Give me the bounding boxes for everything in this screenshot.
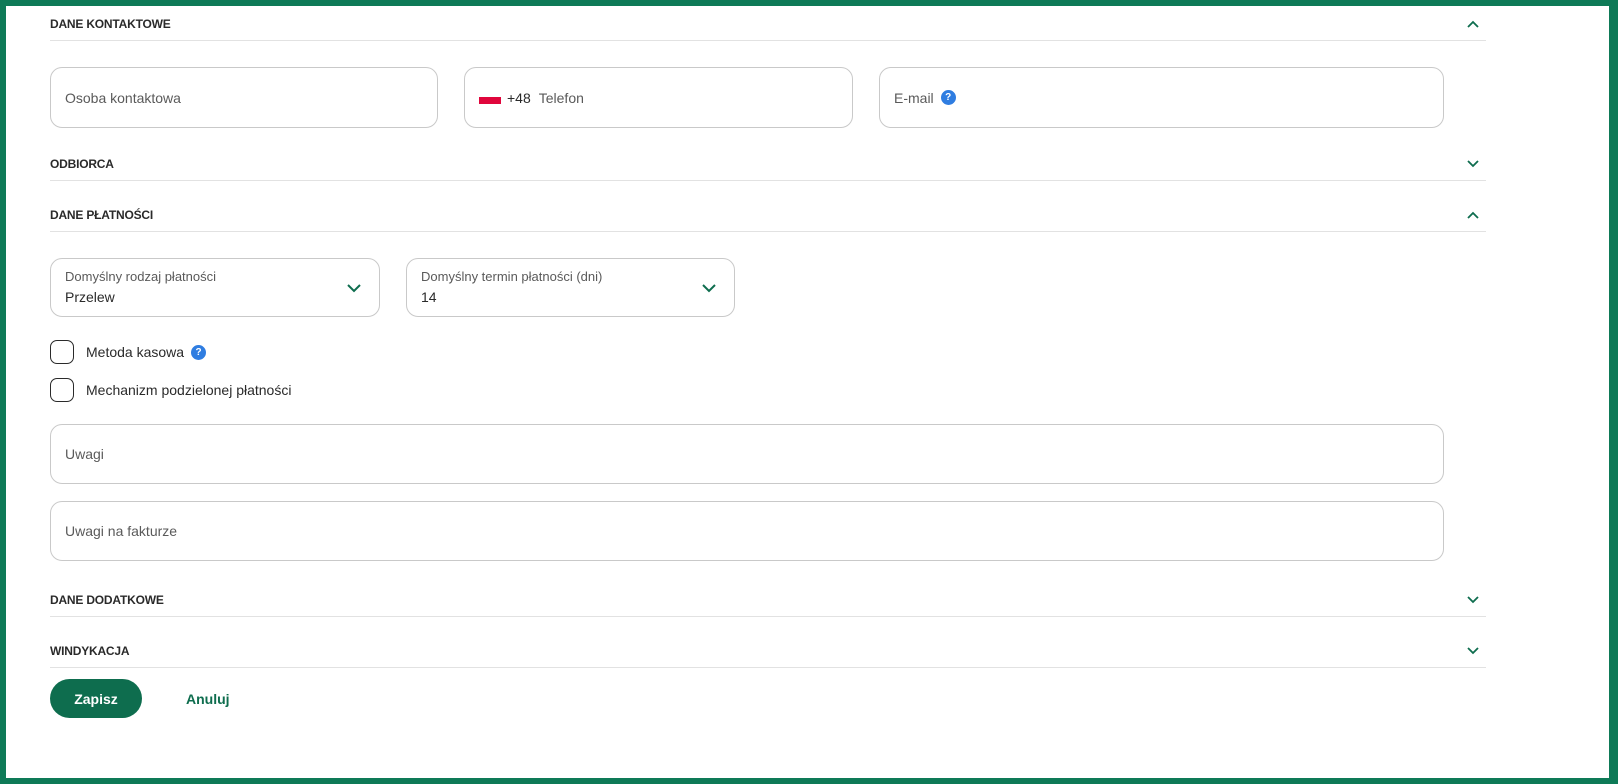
payment-type-select[interactable]: Domyślny rodzaj płatności Przelew — [50, 258, 380, 317]
payment-type-label: Domyślny rodzaj płatności — [65, 269, 217, 284]
email-placeholder: E-mail — [894, 89, 934, 106]
section-header-payment[interactable]: DANE PŁATNOŚCI — [50, 208, 1486, 232]
section-title-payment: DANE PŁATNOŚCI — [50, 208, 153, 222]
phone-placeholder: Telefon — [538, 89, 584, 106]
chevron-up-icon[interactable] — [1466, 17, 1480, 31]
section-header-collection[interactable]: WINDYKACJA — [50, 644, 1486, 668]
cash-method-checkbox-row[interactable]: Metoda kasowa ? — [50, 340, 207, 364]
cancel-button[interactable]: Anuluj — [186, 679, 230, 718]
payment-term-value: 14 — [421, 289, 437, 305]
section-header-contact[interactable]: DANE KONTAKTOWE — [50, 17, 1486, 41]
phone-input[interactable]: +48 Telefon — [464, 67, 853, 128]
section-header-additional[interactable]: DANE DODATKOWE — [50, 593, 1486, 617]
invoice-notes-input[interactable]: Uwagi na fakturze — [50, 501, 1444, 561]
section-title-collection: WINDYKACJA — [50, 644, 130, 658]
notes-input[interactable]: Uwagi — [50, 424, 1444, 484]
invoice-notes-placeholder: Uwagi na fakturze — [65, 523, 178, 539]
payment-type-value: Przelew — [65, 289, 115, 305]
save-button[interactable]: Zapisz — [50, 679, 142, 718]
cash-method-label[interactable]: Metoda kasowa — [86, 344, 184, 360]
chevron-down-icon[interactable] — [1466, 644, 1480, 658]
chevron-down-icon[interactable] — [347, 283, 361, 293]
notes-placeholder: Uwagi — [65, 446, 104, 462]
payment-term-label: Domyślny termin płatności (dni) — [421, 269, 603, 284]
chevron-down-icon[interactable] — [702, 283, 716, 293]
split-payment-checkbox-row[interactable]: Mechanizm podzielonej płatności — [50, 378, 291, 402]
section-title-recipient: ODBIORCA — [50, 157, 114, 171]
chevron-down-icon[interactable] — [1466, 593, 1480, 607]
chevron-up-icon[interactable] — [1466, 208, 1480, 222]
phone-prefix[interactable]: +48 — [507, 90, 531, 106]
section-header-recipient[interactable]: ODBIORCA — [50, 157, 1486, 181]
cash-method-checkbox[interactable] — [50, 340, 74, 364]
payment-term-select[interactable]: Domyślny termin płatności (dni) 14 — [406, 258, 735, 317]
help-icon[interactable]: ? — [940, 90, 956, 105]
split-payment-checkbox[interactable] — [50, 378, 74, 402]
contact-person-input[interactable]: Osoba kontaktowa — [50, 67, 438, 128]
section-title-contact: DANE KONTAKTOWE — [50, 17, 171, 31]
contact-person-placeholder: Osoba kontaktowa — [65, 89, 181, 106]
split-payment-label[interactable]: Mechanizm podzielonej płatności — [86, 382, 291, 398]
help-icon[interactable]: ? — [191, 344, 207, 360]
email-input[interactable]: E-mail ? — [879, 67, 1444, 128]
chevron-down-icon[interactable] — [1466, 157, 1480, 171]
poland-flag-icon[interactable] — [479, 91, 501, 104]
section-title-additional: DANE DODATKOWE — [50, 593, 164, 607]
